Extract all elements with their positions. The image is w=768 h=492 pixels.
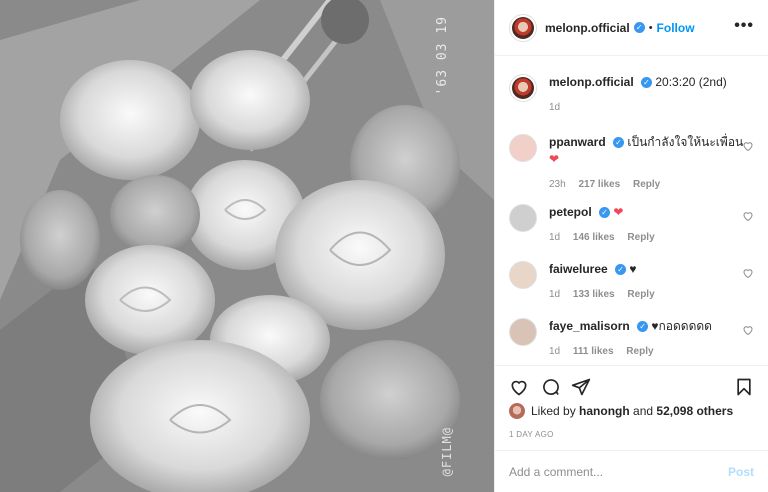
share-icon[interactable] <box>571 377 591 397</box>
comment-text: เป็นกำลังใจให้นะเพื่อน <box>627 135 744 149</box>
comment-username[interactable]: ppanward <box>549 135 606 149</box>
film-watermark: @FILM@ <box>440 426 454 476</box>
comment-time[interactable]: 1d <box>549 232 560 243</box>
avatar[interactable] <box>509 13 537 42</box>
comment-input[interactable] <box>509 464 728 479</box>
bookmark-icon[interactable] <box>734 377 754 397</box>
post-header: melonp.official ✓ • Follow ••• <box>495 0 768 56</box>
add-comment-bar: Post <box>495 450 768 492</box>
follow-button[interactable]: Follow <box>657 21 695 35</box>
comment-username[interactable]: faiweluree <box>549 262 608 276</box>
reply-button[interactable]: Reply <box>633 179 660 190</box>
reply-button[interactable]: Reply <box>627 232 654 243</box>
liked-by-prefix: Liked by <box>531 404 576 418</box>
caption-time[interactable]: 1d <box>549 102 560 113</box>
comment-item: faiweluree ✓ ♥ 1d 133 likes Reply <box>509 261 754 303</box>
avatar[interactable] <box>509 318 537 346</box>
heart-icon[interactable] <box>509 377 529 397</box>
avatar[interactable] <box>509 403 525 419</box>
like-comment-icon[interactable] <box>742 140 754 152</box>
reply-button[interactable]: Reply <box>627 289 654 300</box>
avatar[interactable] <box>509 261 537 289</box>
more-options-icon[interactable]: ••• <box>734 17 754 35</box>
caption-text: 20:3:20 (2nd) <box>655 75 727 89</box>
post-button[interactable]: Post <box>728 465 754 479</box>
comment-item: ppanward ✓ เป็นกำลังใจให้นะเพื่อน ❤ 23h … <box>509 134 754 193</box>
post-timestamp[interactable]: 1 DAY AGO <box>509 430 554 439</box>
verified-badge-icon: ✓ <box>637 321 649 333</box>
roses-image <box>0 0 494 492</box>
comment-icon[interactable] <box>541 377 561 397</box>
comment-username[interactable]: faye_malisorn <box>549 319 630 333</box>
liked-by-user[interactable]: hanongh <box>579 404 630 418</box>
likes-count[interactable]: 52,098 others <box>656 404 733 418</box>
verified-badge-icon: ✓ <box>615 264 627 276</box>
date-stamp: '63 03 19 <box>435 16 450 96</box>
verified-badge-icon: ✓ <box>633 22 645 33</box>
like-comment-icon[interactable] <box>742 210 754 222</box>
comment-likes[interactable]: 217 likes <box>578 179 620 190</box>
verified-badge-icon: ✓ <box>613 137 625 149</box>
liked-by-and: and <box>633 404 654 418</box>
like-comment-icon[interactable] <box>742 267 754 279</box>
comment-time[interactable]: 23h <box>549 179 566 190</box>
post-sidebar: melonp.official ✓ • Follow ••• melonp.of… <box>494 0 768 492</box>
comment-likes[interactable]: 133 likes <box>573 289 615 300</box>
caption: melonp.official ✓ 20:3:20 (2nd) 1d <box>509 74 754 116</box>
likes-summary: Liked by hanongh and 52,098 others <box>509 403 754 419</box>
post-photo[interactable]: '63 03 19 @FILM@ <box>0 0 494 492</box>
comment-time[interactable]: 1d <box>549 289 560 300</box>
comments-list[interactable]: melonp.official ✓ 20:3:20 (2nd) 1d ppanw… <box>495 56 768 364</box>
comment-time[interactable]: 1d <box>549 346 560 357</box>
reply-button[interactable]: Reply <box>626 346 653 357</box>
comment-item: faye_malisorn ✓ ♥กอดดดดด 1d 111 likes Re… <box>509 318 754 360</box>
verified-badge-icon: ✓ <box>641 77 653 89</box>
verified-badge-icon: ✓ <box>599 207 611 219</box>
comment-likes[interactable]: 146 likes <box>573 232 615 243</box>
comment-text: ♥กอดดดดด <box>651 319 712 333</box>
header-username[interactable]: melonp.official <box>545 21 630 35</box>
comment-likes[interactable]: 111 likes <box>573 346 614 357</box>
separator-dot: • <box>648 21 653 34</box>
comment-text: ♥ <box>629 262 637 276</box>
heart-emoji: ❤ <box>613 205 624 219</box>
comment-item: petepol ✓ ❤ 1d 146 likes Reply <box>509 204 754 246</box>
heart-emoji: ❤ <box>549 152 560 166</box>
avatar[interactable] <box>509 204 537 232</box>
avatar[interactable] <box>509 134 537 162</box>
like-comment-icon[interactable] <box>742 324 754 336</box>
caption-username[interactable]: melonp.official <box>549 75 634 89</box>
avatar[interactable] <box>509 74 537 102</box>
action-bar <box>495 365 768 405</box>
comment-username[interactable]: petepol <box>549 205 592 219</box>
